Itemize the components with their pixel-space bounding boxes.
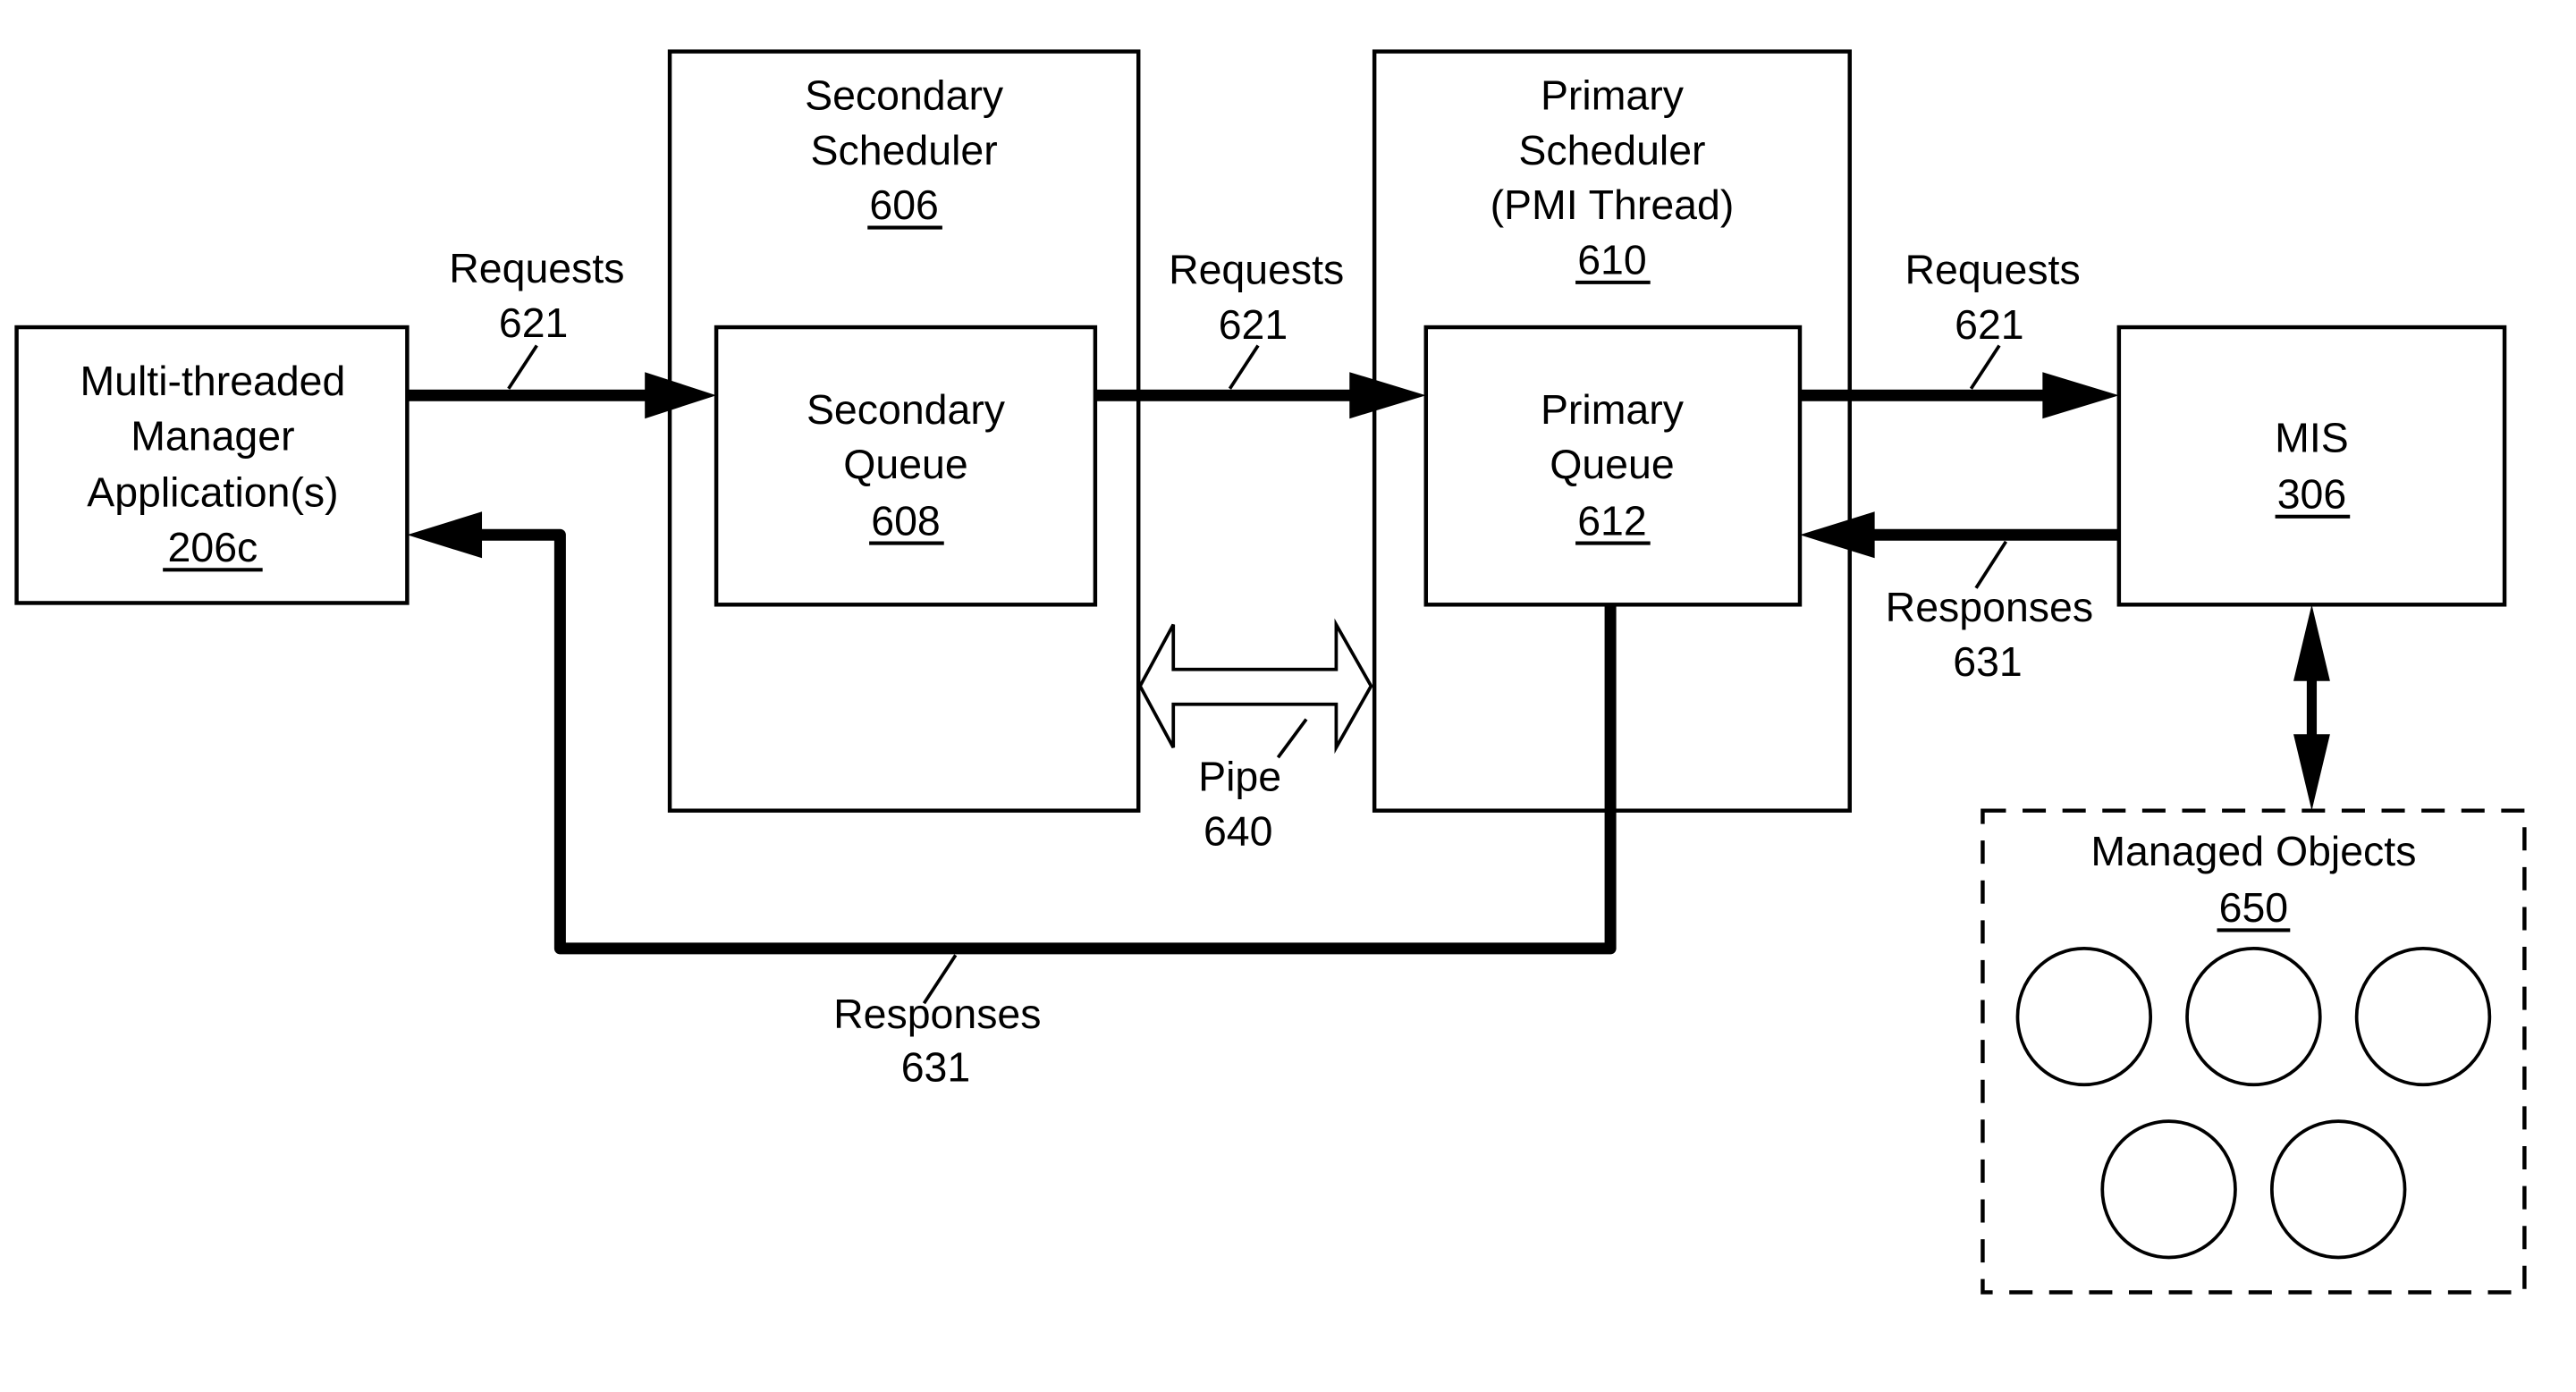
managed-objects-ref: 650 (2219, 884, 2288, 931)
requests-arrow-3-leader (1969, 344, 2001, 390)
responses-arrow-1-label: Responses (1886, 584, 2093, 630)
mis-box (2116, 325, 2507, 607)
pipe-ref: 640 (1204, 808, 1272, 855)
responses-arrow-1-leader (1974, 540, 2008, 589)
managed-objects-box (1981, 808, 2527, 1295)
pipe-double-arrow-icon (1137, 618, 1373, 755)
requests-arrow-3-head (2042, 372, 2119, 419)
secondary-queue-line-1: Secondary (807, 386, 1006, 433)
pipe-label: Pipe (1198, 753, 1281, 799)
primary-queue-line-2: Queue (1550, 441, 1674, 487)
mis-label: MIS (2275, 414, 2349, 460)
mis-objects-arrow (2293, 604, 2330, 811)
mis-objects-arrow-head-down (2293, 734, 2330, 811)
requests-arrow-3-label: Requests (1905, 247, 2080, 293)
manager-application-ref: 206c (168, 524, 258, 570)
secondary-scheduler-ref: 606 (869, 181, 938, 228)
managed-objects: Managed Objects 650 (1981, 808, 2527, 1295)
requests-arrow-1-ref: 621 (499, 299, 568, 346)
mis: MIS 306 (2116, 325, 2507, 607)
requests-arrow-1-label: Requests (449, 245, 624, 291)
primary-queue: Primary Queue 612 (1423, 325, 1803, 607)
primary-scheduler-line-1: Primary (1541, 72, 1685, 119)
secondary-queue-line-2: Queue (843, 441, 967, 487)
pipe-leader (1276, 718, 1308, 759)
responses-arrow-2-head (407, 511, 483, 559)
requests-arrow-3-ref: 621 (1955, 301, 2023, 348)
diagram-canvas: Secondary Scheduler 606 Primary Schedule… (14, 49, 2527, 1295)
requests-arrow-2-label: Requests (1169, 247, 1344, 293)
requests-arrow-2-leader (1228, 344, 1260, 390)
secondary-queue: Secondary Queue 608 (714, 325, 1098, 607)
secondary-scheduler-line-1: Secondary (805, 72, 1004, 119)
responses-arrow-2-label: Responses (833, 991, 1041, 1037)
managed-objects-label: Managed Objects (2090, 828, 2416, 874)
primary-queue-line-1: Primary (1541, 386, 1685, 433)
manager-application-line-3: Application(s) (87, 469, 338, 516)
primary-scheduler-ref: 610 (1577, 237, 1646, 283)
pipe-arrow: Pipe 640 (1137, 618, 1373, 855)
primary-queue-ref: 612 (1577, 497, 1646, 544)
manager-application-line-1: Multi-threaded (80, 358, 345, 404)
requests-arrow-1-leader (507, 344, 538, 390)
secondary-scheduler-line-2: Scheduler (811, 127, 998, 173)
requests-arrow-2-ref: 621 (1219, 301, 1288, 348)
mis-objects-arrow-head-up (2293, 604, 2330, 681)
secondary-queue-ref: 608 (871, 497, 940, 544)
primary-scheduler-line-3: (PMI Thread) (1491, 181, 1735, 228)
mis-ref: 306 (2277, 471, 2346, 518)
primary-scheduler-line-2: Scheduler (1518, 127, 1705, 173)
responses-arrow-1-ref: 631 (1953, 638, 2022, 685)
manager-application-line-2: Manager (131, 413, 294, 460)
responses-arrow-2-ref: 631 (901, 1044, 970, 1091)
manager-application: Multi-threaded Manager Application(s) 20… (14, 325, 410, 605)
